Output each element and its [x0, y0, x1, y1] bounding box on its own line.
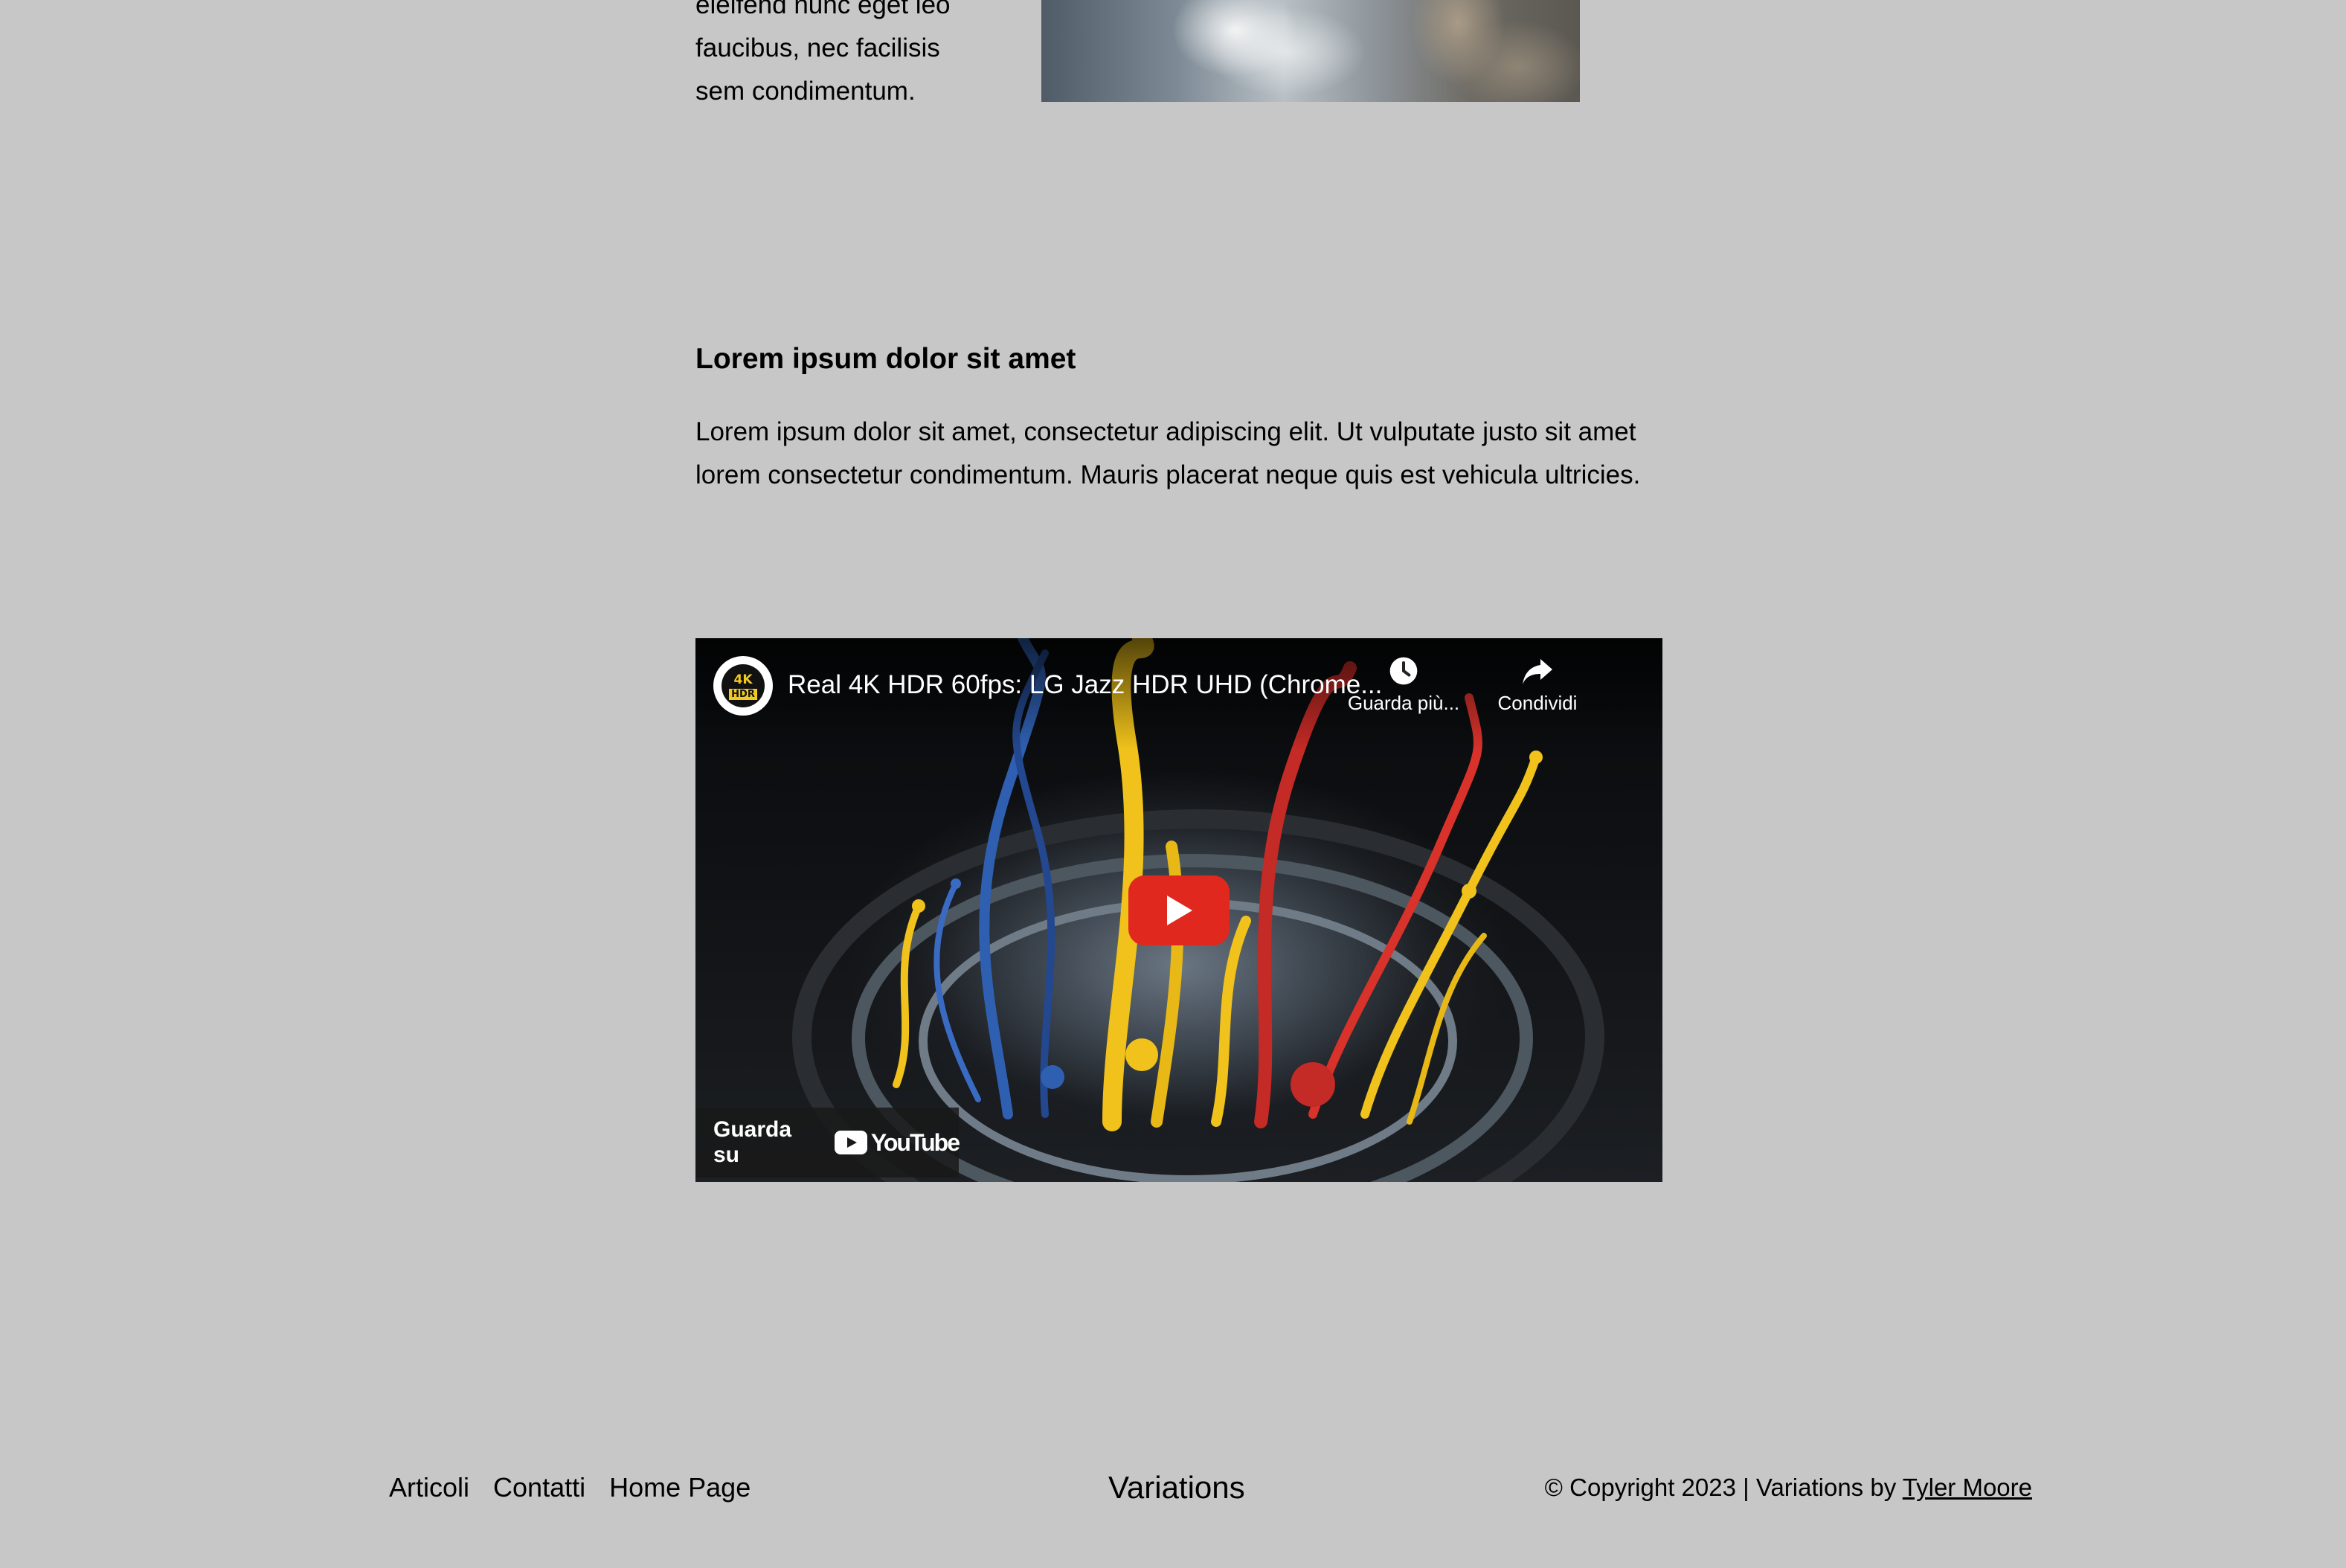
- footer-link-home[interactable]: Home Page: [609, 1467, 751, 1508]
- watch-later-button[interactable]: Guarda più...: [1333, 655, 1474, 715]
- section-heading: Lorem ipsum dolor sit amet: [695, 343, 1076, 375]
- share-button[interactable]: Condividi: [1467, 655, 1608, 715]
- copyright-text: © Copyright 2023 | Variations by Tyler M…: [1545, 1467, 2032, 1508]
- watch-later-label: Guarda più...: [1347, 692, 1460, 714]
- share-arrow-icon: [1523, 659, 1552, 684]
- intro-text-line: sem condimentum.: [695, 77, 916, 106]
- watch-on-youtube-button[interactable]: Guarda su YouTube: [695, 1108, 960, 1177]
- channel-avatar-bottom-text: HDR: [729, 688, 757, 700]
- youtube-play-icon: [834, 1131, 867, 1154]
- site-title[interactable]: Variations: [1108, 1465, 1245, 1510]
- youtube-embed[interactable]: 4K HDR Real 4K HDR 60fps: LG Jazz HDR UH…: [695, 638, 1662, 1182]
- play-icon: [1167, 896, 1192, 925]
- mountain-cloud-image: [1041, 0, 1580, 102]
- video-title-link[interactable]: Real 4K HDR 60fps: LG Jazz HDR UHD (Chro…: [788, 668, 1383, 702]
- footer-link-articoli[interactable]: Articoli: [389, 1467, 469, 1508]
- intro-text-line: eleifend nunc eget leo: [695, 0, 951, 19]
- channel-avatar-top-text: 4K: [733, 672, 753, 687]
- play-button[interactable]: [1128, 875, 1230, 945]
- footer-navigation: Articoli Contatti Home Page: [389, 1467, 751, 1508]
- watch-on-label: Guarda su: [713, 1117, 792, 1167]
- share-label: Condividi: [1497, 692, 1578, 714]
- author-link[interactable]: Tyler Moore: [1903, 1474, 2032, 1501]
- channel-avatar[interactable]: 4K HDR: [713, 656, 773, 716]
- intro-text: eleifend nunc eget leo faucibus, nec fac…: [695, 0, 993, 113]
- footer-link-contatti[interactable]: Contatti: [493, 1467, 585, 1508]
- youtube-wordmark: YouTube: [870, 1128, 960, 1156]
- copyright-prefix: © Copyright 2023 | Variations by: [1544, 1474, 1897, 1501]
- clock-icon: [1389, 657, 1418, 685]
- section-paragraph: Lorem ipsum dolor sit amet, consectetur …: [695, 417, 1641, 489]
- intro-text-line: faucibus, nec facilisis: [695, 33, 940, 62]
- youtube-logo: YouTube: [834, 1128, 960, 1157]
